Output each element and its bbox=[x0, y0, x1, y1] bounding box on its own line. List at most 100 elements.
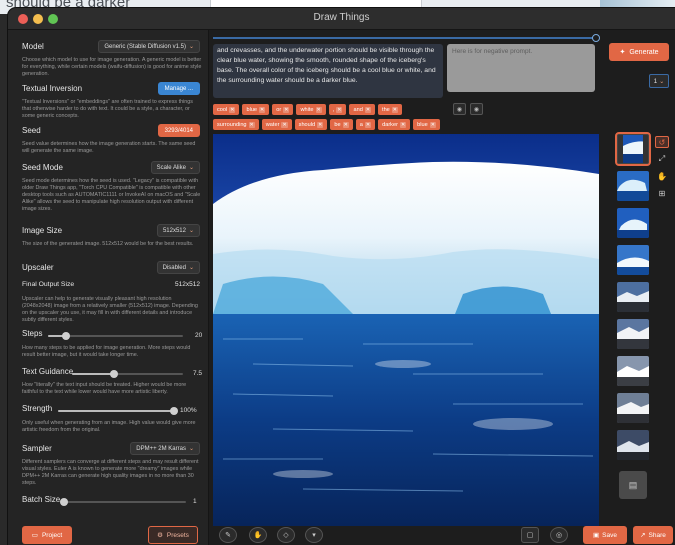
camera-button[interactable]: ◎ bbox=[550, 527, 568, 543]
folder-icon: ▭ bbox=[31, 532, 38, 539]
upscaler-label: Upscaler bbox=[22, 263, 54, 272]
eraser-icon: ◇ bbox=[283, 532, 289, 539]
close-icon[interactable]: ✕ bbox=[391, 106, 398, 113]
strength-slider-knob[interactable] bbox=[170, 407, 178, 415]
grid-icon[interactable]: ⊞ bbox=[655, 187, 669, 199]
close-icon[interactable]: ✕ bbox=[364, 121, 372, 128]
expand-icon[interactable]: ⤢ bbox=[655, 153, 669, 165]
seed-row: Seed 3293/4014 bbox=[22, 124, 200, 137]
batch-size-slider-knob[interactable] bbox=[60, 498, 68, 506]
strength-label: Strength bbox=[22, 404, 53, 413]
close-icon[interactable]: ✕ bbox=[399, 121, 407, 128]
prompt-input[interactable]: and crevasses, and the underwater portio… bbox=[213, 44, 443, 98]
image-size-row: Image Size 512x512 ⌄ bbox=[22, 224, 200, 237]
token-chip[interactable]: , ✕ bbox=[328, 104, 347, 115]
close-icon[interactable]: ✕ bbox=[229, 106, 236, 113]
generate-button[interactable]: ✦ Generate bbox=[609, 43, 669, 61]
prompt-option-icon-1[interactable]: ◉ bbox=[453, 103, 466, 115]
thumbnail-image bbox=[617, 171, 649, 201]
token-chip-label: and bbox=[353, 106, 363, 113]
close-icon[interactable]: ✕ bbox=[281, 121, 288, 128]
token-chip[interactable]: or ✕ bbox=[272, 104, 294, 115]
prompt-text: and crevasses, and the underwater portio… bbox=[217, 47, 436, 84]
presets-button[interactable]: ⚙ Presets bbox=[148, 526, 198, 544]
close-icon[interactable]: ✕ bbox=[248, 121, 255, 128]
model-select[interactable]: Generic (Stable Diffusion v1.5) ⌄ bbox=[98, 40, 200, 53]
close-icon[interactable]: ✕ bbox=[364, 106, 372, 113]
strength-slider[interactable] bbox=[58, 407, 178, 415]
screen: should be a darker Draw Things Model Gen… bbox=[0, 0, 675, 545]
sampler-description: Different samplers can converge at diffe… bbox=[22, 459, 199, 486]
token-chip-label: or bbox=[276, 106, 282, 113]
sampler-select[interactable]: DPM++ 2M Karras ⌄ bbox=[130, 442, 200, 455]
thumbnail-image bbox=[617, 356, 649, 386]
history-thumbnail[interactable] bbox=[617, 208, 649, 238]
seed-mode-select[interactable]: Scale Alike ⌄ bbox=[150, 161, 200, 174]
close-icon[interactable]: ✕ bbox=[283, 106, 290, 113]
history-thumbnail[interactable] bbox=[617, 171, 649, 201]
text-guidance-slider[interactable] bbox=[72, 370, 183, 378]
history-thumbnail[interactable] bbox=[617, 393, 649, 423]
thumbnail-image bbox=[617, 282, 649, 312]
batch-count-select[interactable]: 1 ⌄ bbox=[649, 74, 669, 88]
token-chip-label: blue bbox=[417, 121, 428, 128]
edit-tool-button[interactable]: ✎ bbox=[219, 527, 237, 543]
textual-inversion-label: Textual Inversion bbox=[22, 84, 83, 93]
upscaler-select[interactable]: Disabled ⌄ bbox=[156, 261, 200, 274]
close-icon[interactable]: ✕ bbox=[342, 121, 349, 128]
background-image bbox=[600, 0, 675, 8]
history-icon[interactable]: ↺ bbox=[655, 136, 669, 148]
hand-tool-button[interactable]: ✋ bbox=[249, 527, 267, 543]
token-chip[interactable]: cool ✕ bbox=[213, 104, 240, 115]
prompt-option-icon-2[interactable]: ◉ bbox=[470, 103, 483, 115]
token-chip[interactable]: be ✕ bbox=[330, 119, 353, 130]
thumbnail-image bbox=[617, 430, 649, 460]
close-icon[interactable]: ✕ bbox=[315, 106, 322, 113]
seed-mode-description: Seed mode determines how the seed is use… bbox=[22, 178, 201, 212]
close-icon[interactable]: ✕ bbox=[317, 121, 324, 128]
share-button[interactable]: ↗ Share bbox=[633, 526, 673, 544]
project-button[interactable]: ▭ Project bbox=[22, 526, 72, 544]
token-chip[interactable]: blue ✕ bbox=[242, 104, 270, 115]
brush-icon: ▾ bbox=[312, 532, 316, 539]
steps-slider[interactable] bbox=[48, 332, 183, 340]
image-canvas[interactable] bbox=[213, 134, 599, 526]
trash-button[interactable]: ▤ bbox=[619, 471, 647, 499]
chevron-down-icon: ⌄ bbox=[188, 446, 194, 452]
batch-size-slider[interactable] bbox=[60, 498, 186, 506]
seed-value-button[interactable]: 3293/4014 bbox=[157, 124, 200, 137]
eraser-tool-button[interactable]: ◇ bbox=[277, 527, 295, 543]
token-chip[interactable]: darker ✕ bbox=[378, 119, 411, 130]
token-chip[interactable]: should ✕ bbox=[294, 119, 328, 130]
token-chip[interactable]: and ✕ bbox=[349, 104, 376, 115]
token-chip[interactable]: blue ✕ bbox=[413, 119, 440, 130]
token-chip[interactable]: the ✕ bbox=[378, 104, 402, 115]
history-thumbnail[interactable] bbox=[617, 245, 649, 275]
history-thumbnail[interactable] bbox=[617, 430, 649, 460]
token-chip[interactable]: white ✕ bbox=[296, 104, 326, 115]
note-button[interactable]: ▢ bbox=[521, 527, 539, 543]
text-guidance-label: Text Guidance bbox=[22, 367, 74, 376]
history-thumbnail[interactable] bbox=[617, 282, 649, 312]
image-size-value: 512x512 bbox=[162, 227, 186, 234]
manage-button[interactable]: Manage ... bbox=[157, 82, 200, 95]
save-button[interactable]: ▣ Save bbox=[583, 526, 627, 544]
image-size-select[interactable]: 512x512 ⌄ bbox=[156, 224, 200, 237]
close-icon[interactable]: ✕ bbox=[336, 106, 343, 113]
history-thumbnail[interactable] bbox=[617, 319, 649, 349]
text-guidance-slider-knob[interactable] bbox=[110, 370, 119, 378]
hand-icon[interactable]: ✋ bbox=[655, 170, 669, 182]
trash-icon: ▤ bbox=[628, 479, 638, 490]
negative-prompt-input[interactable]: Here is for negative prompt. bbox=[447, 44, 595, 92]
token-chip[interactable]: water ✕ bbox=[261, 119, 292, 130]
history-thumbnail[interactable] bbox=[615, 132, 651, 166]
close-icon[interactable]: ✕ bbox=[429, 121, 436, 128]
close-icon[interactable]: ✕ bbox=[259, 106, 266, 113]
brush-tool-button[interactable]: ▾ bbox=[305, 527, 323, 543]
token-chip[interactable]: surrounding ✕ bbox=[213, 119, 259, 130]
progress-bar bbox=[213, 34, 600, 42]
history-thumbnail[interactable] bbox=[617, 356, 649, 386]
steps-slider-knob[interactable] bbox=[61, 332, 70, 340]
token-chip[interactable]: a ✕ bbox=[355, 119, 376, 130]
text-guidance-description: How "literally" the text input should be… bbox=[22, 382, 187, 395]
